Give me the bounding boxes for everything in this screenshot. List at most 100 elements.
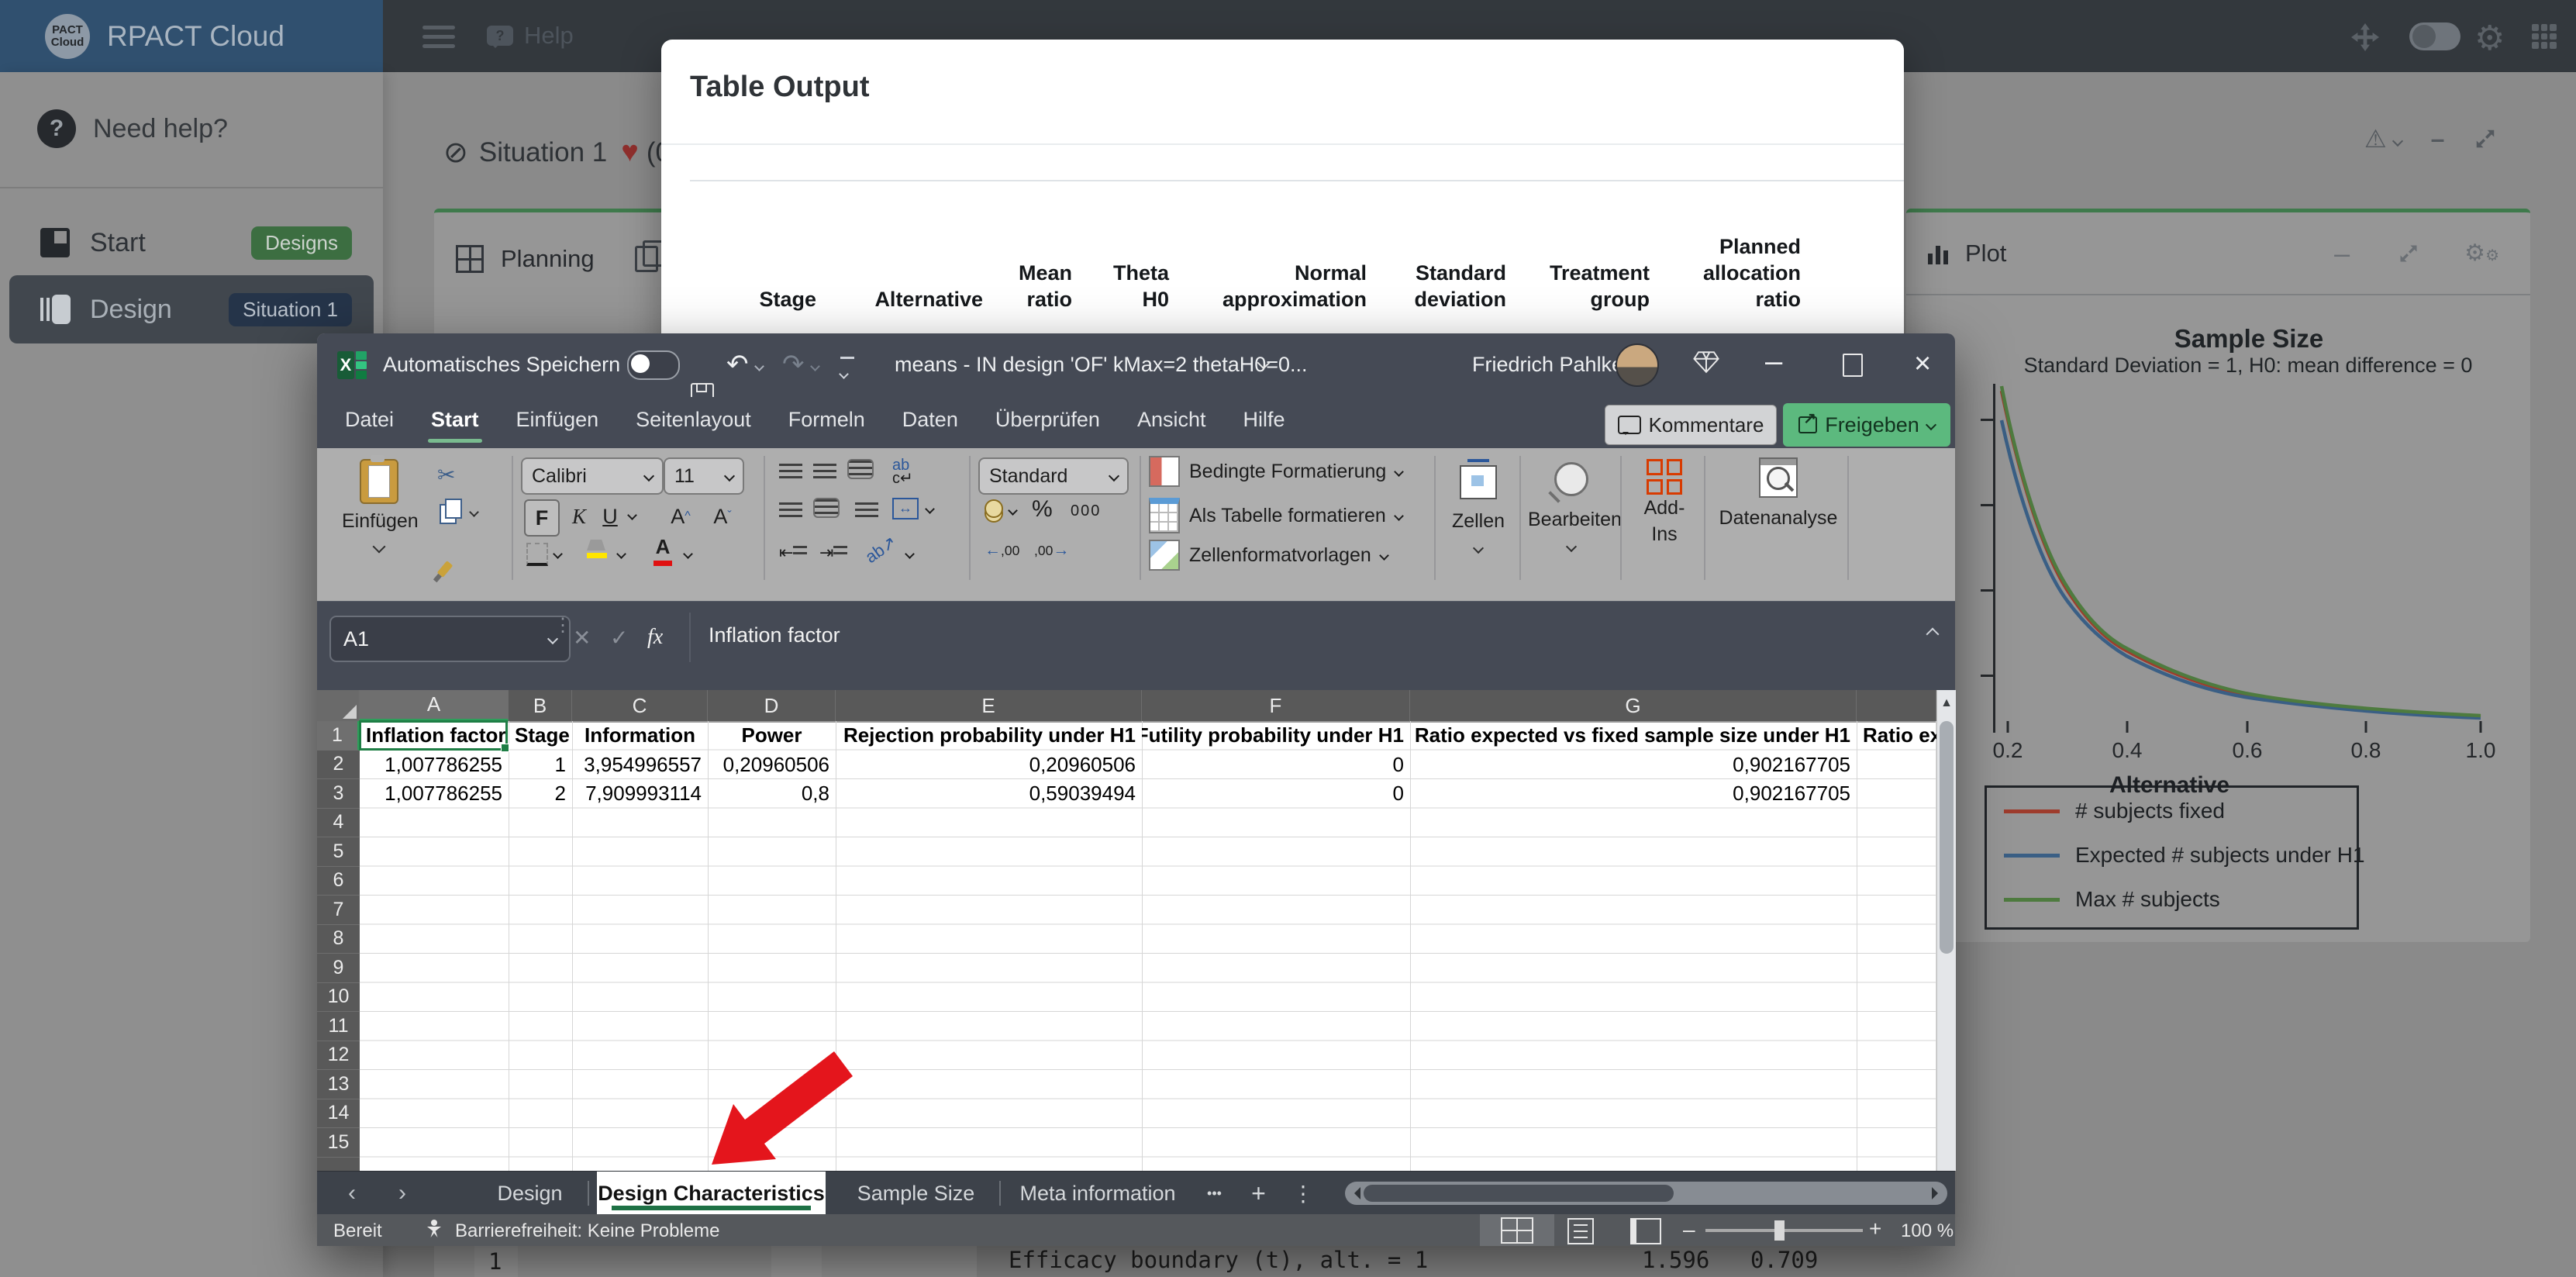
decrease-indent-icon[interactable]: ⇤ [779,543,808,563]
expand-icon[interactable] [2474,127,2497,150]
percent-icon[interactable]: % [1032,496,1053,523]
zoom-level[interactable]: 100 % [1901,1220,1954,1242]
cell-A3[interactable]: 1,007786255 [360,779,509,809]
user-avatar[interactable] [1616,343,1659,387]
column-header-C[interactable]: C [572,690,708,721]
scroll-up-arrow-icon[interactable]: ▲ [1937,690,1956,710]
view-page-break-button[interactable] [1630,1218,1661,1244]
sidebar-item-need-help[interactable]: ? Need help? [37,109,228,148]
thousands-icon[interactable]: 000 [1071,502,1101,520]
row-header-8[interactable]: 8 [317,925,360,954]
formula-bar-collapse-chevron[interactable] [1926,627,1940,641]
cell-H1[interactable]: Ratio exp [1857,721,1936,751]
cut-icon[interactable]: ✂ [437,462,455,488]
quick-access-caret-icon[interactable] [839,357,854,385]
tab-ansicht[interactable]: Ansicht [1137,408,1206,438]
cell-F2[interactable]: 0 [1142,751,1410,780]
row-header-6[interactable]: 6 [317,867,360,896]
add-decimal-icon[interactable]: ←,00 [985,541,1019,560]
sidebar-item-design[interactable]: Design Situation 1 [9,275,374,343]
insert-function-icon[interactable]: fx [647,616,663,659]
align-left-icon[interactable] [779,502,802,519]
sheet-menu-button[interactable]: ⋮ [1288,1172,1319,1215]
align-right-icon[interactable] [855,502,878,519]
row-header-13[interactable]: 13 [317,1070,360,1099]
settings-gear-icon[interactable]: ⚙ [2474,19,2505,58]
column-header-F[interactable]: F [1142,690,1410,721]
cell-E2[interactable]: 0,20960506 [836,751,1142,780]
horizontal-scrollbar[interactable] [1345,1182,1947,1205]
font-name-select[interactable]: Calibri [521,457,664,495]
cell-D1[interactable]: Power [708,721,836,751]
align-middle-icon[interactable] [813,464,836,481]
sidebar-item-start[interactable]: Start Designs [9,209,374,277]
align-center-icon[interactable] [813,498,840,518]
currency-icon[interactable] [985,499,1003,518]
shrink-font-button[interactable]: Aˇ [706,499,739,533]
row-header-9[interactable]: 9 [317,954,360,983]
row-header-5[interactable]: 5 [317,837,360,867]
cell-B3[interactable]: 2 [509,779,572,809]
align-top-icon[interactable] [779,464,802,481]
underline-button[interactable]: U [594,499,626,533]
row-header-10[interactable]: 10 [317,983,360,1012]
plot-minimize-icon[interactable]: – [2334,237,2350,270]
cell-G3[interactable]: 0,902167705 [1410,779,1857,809]
warning-icon[interactable]: ⚠ [2364,124,2403,154]
premium-diamond-icon[interactable] [1693,350,1719,374]
sheet-tab-design[interactable]: Design [478,1172,582,1215]
row-header-11[interactable]: 11 [317,1012,360,1041]
window-close-button[interactable]: × [1914,347,1931,381]
cell-G1[interactable]: Ratio expected vs fixed sample size unde… [1410,721,1857,751]
user-name[interactable]: Friedrich Pahlke [1472,353,1623,377]
sheet-tabs-overflow[interactable]: ••• [1193,1172,1236,1215]
sheet-nav-prev[interactable]: ‹ [333,1172,371,1215]
autosave-toggle[interactable] [627,350,680,380]
duplicate-icon[interactable] [634,240,666,272]
cell-C3[interactable]: 7,909993114 [572,779,708,809]
view-normal-button[interactable] [1480,1214,1554,1246]
fill-color-icon[interactable] [587,540,607,558]
select-all-corner[interactable] [317,690,360,721]
accessibility-status[interactable]: Barrierefreiheit: Keine Probleme [455,1220,720,1242]
font-size-select[interactable]: 11 [664,457,744,495]
cell-A2[interactable]: 1,007786255 [360,751,509,780]
cell-D3[interactable]: 0,8 [708,779,836,809]
increase-indent-icon[interactable]: ⇥ [819,543,848,563]
tab-ueberpruefen[interactable]: Überprüfen [995,408,1100,438]
row-header-7[interactable]: 7 [317,896,360,925]
sheet-tab-meta-information[interactable]: Meta information [1009,1172,1187,1215]
zoom-in-button[interactable]: + [1869,1217,1881,1241]
column-header-G[interactable]: G [1410,690,1857,721]
undo-icon[interactable]: ↶ [726,349,764,380]
horizontal-scroll-thumb[interactable] [1364,1185,1674,1202]
enter-formula-icon[interactable]: ✓ [610,616,628,659]
format-as-table-button[interactable]: Als Tabelle formatieren [1149,498,1404,533]
cell-C2[interactable]: 3,954996557 [572,751,708,780]
copy-icon[interactable] [440,499,462,524]
sheet-nav-next[interactable]: › [383,1172,422,1215]
tab-datei[interactable]: Datei [345,408,394,438]
workbook-filename[interactable]: means - IN design 'OF' kMax=2 thetaH0=0.… [895,353,1308,377]
row-header-15[interactable]: 15 [317,1128,360,1158]
tab-daten[interactable]: Daten [902,408,958,438]
cell-E1[interactable]: Rejection probability under H1 [836,721,1142,751]
tab-seitenlayout[interactable]: Seitenlayout [636,408,751,438]
zoom-slider-thumb[interactable] [1774,1220,1785,1241]
zoom-out-button[interactable]: – [1683,1217,1695,1242]
tab-hilfe[interactable]: Hilfe [1243,408,1285,438]
editing-button[interactable]: Bearbeiten [1528,457,1622,554]
column-header-E[interactable]: E [836,690,1142,721]
apps-grid-icon[interactable] [2532,24,2557,49]
fullscreen-move-icon[interactable] [2351,23,2379,55]
column-header-H[interactable] [1857,690,1936,721]
vertical-scroll-thumb[interactable] [1940,721,1954,954]
theme-toggle[interactable] [2409,22,2460,50]
row-header-3[interactable]: 3 [317,779,360,809]
hamburger-menu-icon[interactable] [422,26,455,53]
cell-B2[interactable]: 1 [509,751,572,780]
help-button[interactable]: ? Help [487,22,574,50]
tab-start[interactable]: Start [428,408,482,443]
scroll-right-arrow-icon[interactable] [1932,1187,1944,1199]
tab-einfuegen[interactable]: Einfügen [516,408,599,438]
